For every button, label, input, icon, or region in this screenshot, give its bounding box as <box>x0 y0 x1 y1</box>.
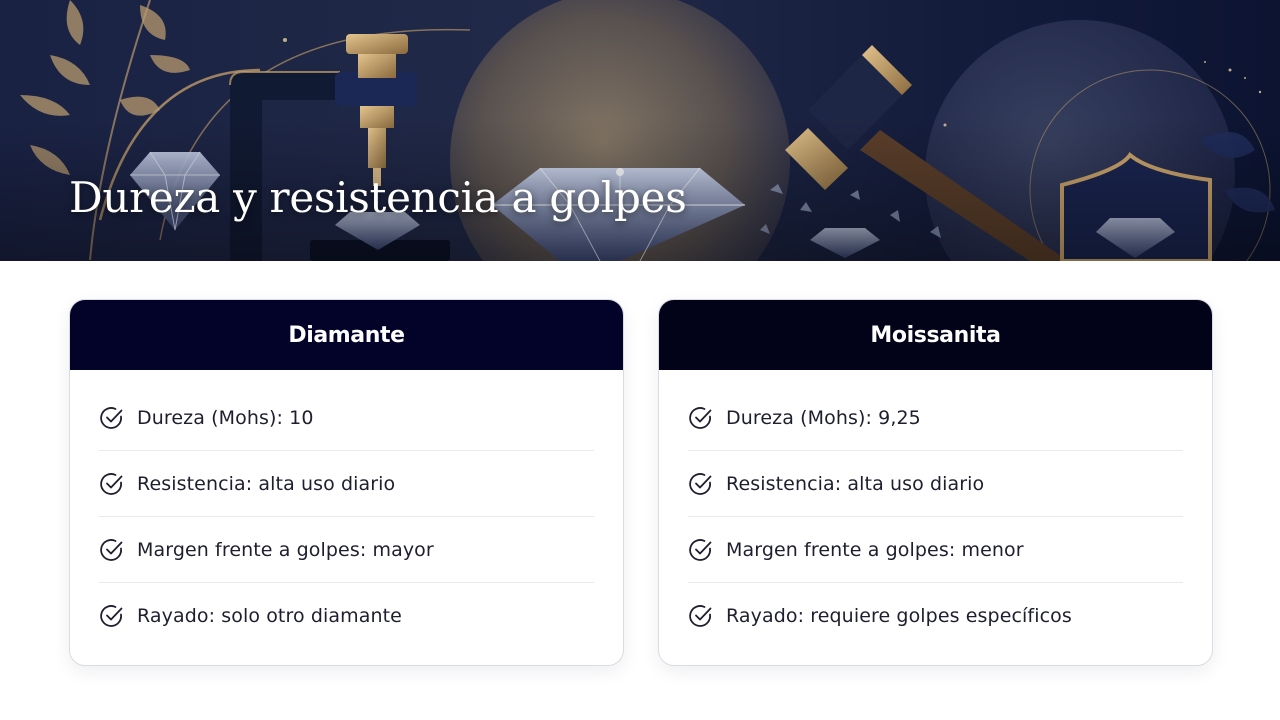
list-item: Dureza (Mohs): 10 <box>99 370 594 451</box>
item-text: Rayado: solo otro diamante <box>137 605 402 627</box>
check-circle-icon <box>99 471 125 497</box>
list-item: Margen frente a golpes: menor <box>688 517 1183 583</box>
item-text: Margen frente a golpes: mayor <box>137 538 434 561</box>
slide: Dureza y resistencia a golpes Diamante D… <box>0 0 1280 720</box>
page-title: Dureza y resistencia a golpes <box>69 173 687 222</box>
hero-banner: Dureza y resistencia a golpes <box>0 0 1280 261</box>
item-text: Resistencia: alta uso diario <box>726 472 985 495</box>
check-circle-icon <box>688 603 714 629</box>
item-text: Dureza (Mohs): 10 <box>137 407 314 429</box>
list-item: Resistencia: alta uso diario <box>99 451 594 517</box>
check-circle-icon <box>688 537 714 563</box>
check-circle-icon <box>688 405 714 431</box>
diamond-card: Diamante Dureza (Mohs): 10 Resistencia: … <box>69 299 624 666</box>
moissanite-feature-list: Dureza (Mohs): 9,25 Resistencia: alta us… <box>659 370 1212 649</box>
check-circle-icon <box>99 537 125 563</box>
diamond-feature-list: Dureza (Mohs): 10 Resistencia: alta uso … <box>70 370 623 649</box>
card-heading: Diamante <box>70 300 623 370</box>
item-text: Rayado: requiere golpes específicos <box>726 605 1072 627</box>
list-item: Rayado: solo otro diamante <box>99 583 594 649</box>
item-text: Dureza (Mohs): 9,25 <box>726 407 921 429</box>
check-circle-icon <box>99 603 125 629</box>
list-item: Dureza (Mohs): 9,25 <box>688 370 1183 451</box>
list-item: Margen frente a golpes: mayor <box>99 517 594 583</box>
card-heading: Moissanita <box>659 300 1212 370</box>
moissanite-card: Moissanita Dureza (Mohs): 9,25 Resistenc… <box>658 299 1213 666</box>
list-item: Resistencia: alta uso diario <box>688 451 1183 517</box>
list-item: Rayado: requiere golpes específicos <box>688 583 1183 649</box>
item-text: Resistencia: alta uso diario <box>137 472 396 495</box>
item-text: Margen frente a golpes: menor <box>726 538 1024 561</box>
check-circle-icon <box>99 405 125 431</box>
check-circle-icon <box>688 471 714 497</box>
